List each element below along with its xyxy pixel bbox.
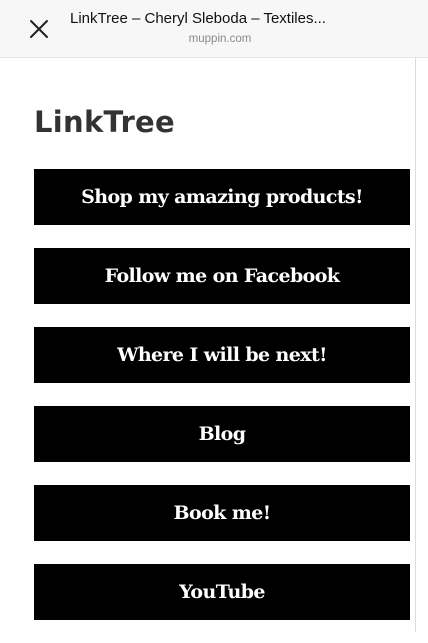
link-button-book-me[interactable]: Book me! bbox=[34, 485, 410, 541]
link-button-shop[interactable]: Shop my amazing products! bbox=[34, 169, 410, 225]
link-button-where-next[interactable]: Where I will be next! bbox=[34, 327, 410, 383]
link-button-blog[interactable]: Blog bbox=[34, 406, 410, 462]
link-list: Shop my amazing products! Follow me on F… bbox=[34, 169, 410, 643]
page-heading: LinkTree bbox=[34, 105, 175, 139]
link-button-facebook[interactable]: Follow me on Facebook bbox=[34, 248, 410, 304]
close-button[interactable] bbox=[22, 12, 56, 46]
browser-bar: LinkTree – Cheryl Sleboda – Textiles... … bbox=[0, 0, 428, 58]
close-icon bbox=[30, 20, 48, 38]
page-edge-divider bbox=[415, 57, 416, 632]
link-button-youtube[interactable]: YouTube bbox=[34, 564, 410, 620]
page-domain: muppin.com bbox=[188, 33, 252, 45]
page-title: LinkTree – Cheryl Sleboda – Textiles... bbox=[70, 10, 326, 27]
